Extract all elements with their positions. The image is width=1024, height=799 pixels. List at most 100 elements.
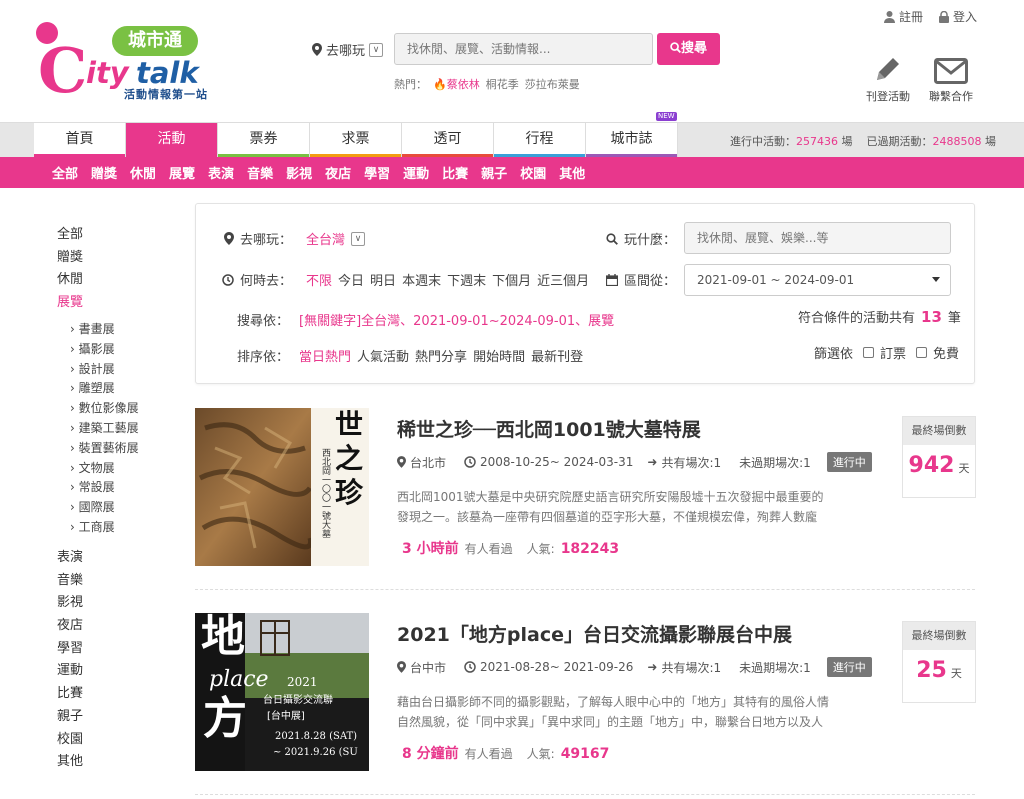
updated-ago: 3 小時前 (402, 541, 459, 557)
sidebar-subitem[interactable]: › 雕塑展 (70, 379, 139, 399)
event-description: 西北岡1001號大墓是中央研究院歷史語言研究所安陽殷墟十五次發掘中最重要的 發現… (397, 490, 824, 524)
sidebar-subitem[interactable]: › 設計展 (70, 360, 139, 380)
category-item[interactable]: 校園 (520, 163, 546, 182)
category-item[interactable]: 運動 (403, 163, 429, 182)
logo-tagline: 活動情報第一站 (124, 88, 208, 101)
filter-keyword-input[interactable]: 找休閒、展覽、娛樂...等 (684, 222, 951, 254)
event-poster[interactable]: 世 之 珍 西北岡一〇〇一號大墓 (195, 408, 369, 566)
free-checkbox[interactable] (916, 347, 928, 358)
category-item[interactable]: 表演 (208, 163, 234, 182)
chevron-down-icon[interactable]: ∨ (369, 42, 384, 57)
poster-place: place (209, 667, 269, 692)
category-item[interactable]: 學習 (364, 163, 390, 182)
logo-ity[interactable]: ity (86, 58, 129, 88)
category-item[interactable]: 比賽 (442, 163, 468, 182)
map-pin-icon (224, 232, 234, 245)
tab-events[interactable]: 活動 (126, 122, 218, 157)
when-option[interactable]: 本週末 (402, 270, 441, 289)
sidebar-item[interactable]: 夜店 (57, 614, 83, 637)
when-option[interactable]: 近三個月 (537, 270, 589, 289)
hot-keyword[interactable]: 莎拉布萊曼 (525, 76, 580, 92)
sidebar-item[interactable]: 音樂 (57, 569, 83, 592)
sidebar-subitem[interactable]: › 文物展 (70, 459, 139, 479)
poster-subtitle: 西北岡一〇〇一號大墓 (320, 448, 330, 538)
logo-bubble[interactable]: 城市通 (112, 26, 198, 56)
sidebar-subitem[interactable]: › 工商展 (70, 518, 139, 538)
sidebar-item[interactable]: 休閒 (57, 268, 83, 291)
chevron-down-icon[interactable]: ∨ (351, 231, 366, 246)
event-popularity: 3 小時前 有人看過 人氣: 182243 (402, 538, 619, 558)
sidebar-item[interactable]: 學習 (57, 637, 83, 660)
sidebar-subitem[interactable]: › 常設展 (70, 478, 139, 498)
when-option[interactable]: 今日 (338, 270, 364, 289)
map-pin-icon (397, 456, 406, 468)
tab-itinerary[interactable]: 行程 (494, 122, 586, 158)
filter-where-value[interactable]: 全台灣 (306, 229, 345, 248)
sidebar-item[interactable]: 影視 (57, 591, 83, 614)
when-option[interactable]: 下週末 (447, 270, 486, 289)
search-input[interactable]: 找休閒、展覽、活動情報... (394, 33, 653, 65)
sidebar-item[interactable]: 贈獎 (57, 246, 83, 269)
category-item[interactable]: 其他 (559, 163, 585, 182)
contact-button[interactable]: 聯繫合作 (921, 50, 981, 104)
tab-city-magazine[interactable]: 城市誌 (586, 122, 678, 158)
when-option[interactable]: 明日 (370, 270, 396, 289)
ticket-checkbox[interactable] (863, 347, 875, 358)
logo-c[interactable]: C (38, 40, 87, 102)
search-button[interactable]: 搜尋 (657, 33, 720, 65)
register-link[interactable]: 註冊 (884, 8, 923, 25)
sidebar-item-active[interactable]: 展覽 (57, 291, 83, 314)
hot-keyword[interactable]: 🔥蔡依林 (433, 76, 480, 92)
post-event-button[interactable]: 刊登活動 (858, 50, 918, 104)
tab-home[interactable]: 首頁 (34, 122, 126, 158)
sidebar-subitem[interactable]: › 建築工藝展 (70, 419, 139, 439)
sidebar-subitem[interactable]: › 裝置藝術展 (70, 439, 139, 459)
sidebar-item[interactable]: 親子 (57, 705, 83, 728)
updated-ago: 8 分鐘前 (402, 746, 459, 762)
divider (195, 794, 975, 795)
date-range-select[interactable]: 2021-09-01 ~ 2024-09-01 (684, 264, 951, 296)
sort-option-active[interactable]: 當日熱門 (299, 346, 351, 365)
hot-keyword[interactable]: 桐花季 (486, 76, 519, 92)
clock-icon (464, 456, 476, 468)
sidebar-subitem[interactable]: › 書畫展 (70, 320, 139, 340)
category-item[interactable]: 展覽 (169, 163, 195, 182)
where-selector[interactable]: 去哪玩 ∨ (312, 40, 384, 59)
sidebar-item[interactable]: 校園 (57, 728, 83, 751)
category-item[interactable]: 音樂 (247, 163, 273, 182)
sort-option[interactable]: 開始時間 (473, 346, 525, 365)
main-nav: 首頁 活動 票券 求票 透可 行程 城市誌 (34, 122, 678, 158)
category-item[interactable]: 贈獎 (91, 163, 117, 182)
poster-subtitle: 台日攝影交流聯 (263, 695, 333, 706)
poster-big-char: 方 (203, 693, 247, 744)
event-title[interactable]: 稀世之珍──西北岡1001號大墓特展 (397, 415, 701, 442)
category-item[interactable]: 休閒 (130, 163, 156, 182)
category-item[interactable]: 影視 (286, 163, 312, 182)
logo-talk[interactable]: talk (136, 58, 199, 88)
sidebar-subitem[interactable]: › 國際展 (70, 498, 139, 518)
sidebar-subitem[interactable]: › 數位影像展 (70, 399, 139, 419)
event-title[interactable]: 2021「地方place」台日交流攝影聯展台中展 (397, 620, 792, 647)
category-item[interactable]: 夜店 (325, 163, 351, 182)
tab-ticket-request[interactable]: 求票 (310, 122, 402, 158)
popularity-count: 182243 (560, 541, 620, 557)
login-link[interactable]: 登入 (939, 8, 977, 25)
tab-tickets[interactable]: 票券 (218, 122, 310, 158)
tab-touke[interactable]: 透可 (402, 122, 494, 158)
sidebar-item[interactable]: 其他 (57, 750, 83, 773)
category-item[interactable]: 全部 (52, 163, 78, 182)
filter-range-label: 區間從： (606, 270, 676, 289)
sort-option[interactable]: 熱門分享 (415, 346, 467, 365)
sidebar-item[interactable]: 全部 (57, 223, 83, 246)
sort-option[interactable]: 最新刊登 (531, 346, 583, 365)
when-option[interactable]: 下個月 (492, 270, 531, 289)
sidebar-item[interactable]: 比賽 (57, 682, 83, 705)
sort-option[interactable]: 人氣活動 (357, 346, 409, 365)
poster-year: 2021 (287, 675, 318, 689)
event-poster[interactable]: 地 place 方 2021 台日攝影交流聯 [台中展] 2021.8.28 (… (195, 613, 369, 771)
sidebar-subitem[interactable]: › 攝影展 (70, 340, 139, 360)
sidebar-item[interactable]: 運動 (57, 659, 83, 682)
category-item[interactable]: 親子 (481, 163, 507, 182)
sidebar-item[interactable]: 表演 (57, 546, 83, 569)
when-option-active[interactable]: 不限 (306, 270, 332, 289)
